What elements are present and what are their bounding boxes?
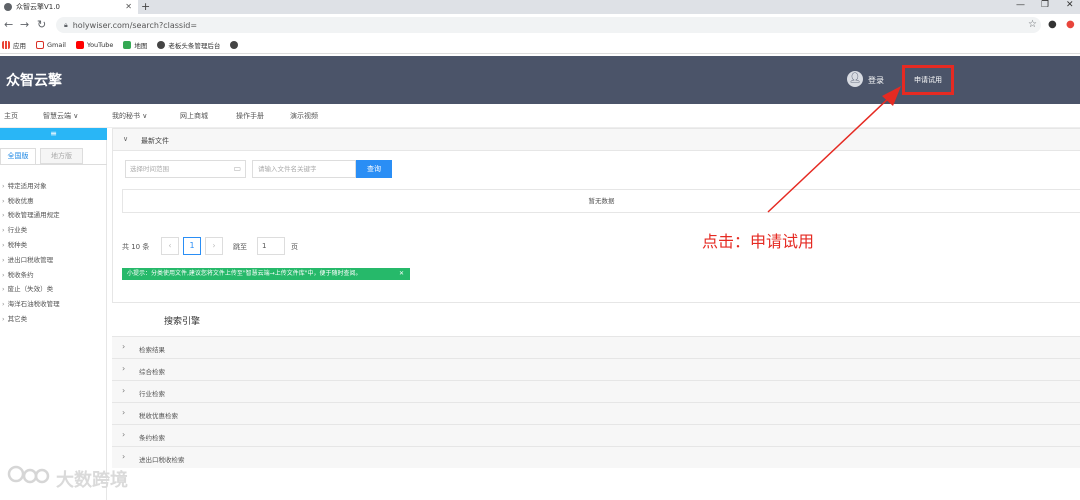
annotation-text: 点击：申请试用 — [702, 232, 815, 251]
watermark-logo-icon — [7, 465, 50, 484]
watermark-text: 大数跨境 — [56, 470, 128, 491]
annotation-arrow — [767, 86, 901, 213]
